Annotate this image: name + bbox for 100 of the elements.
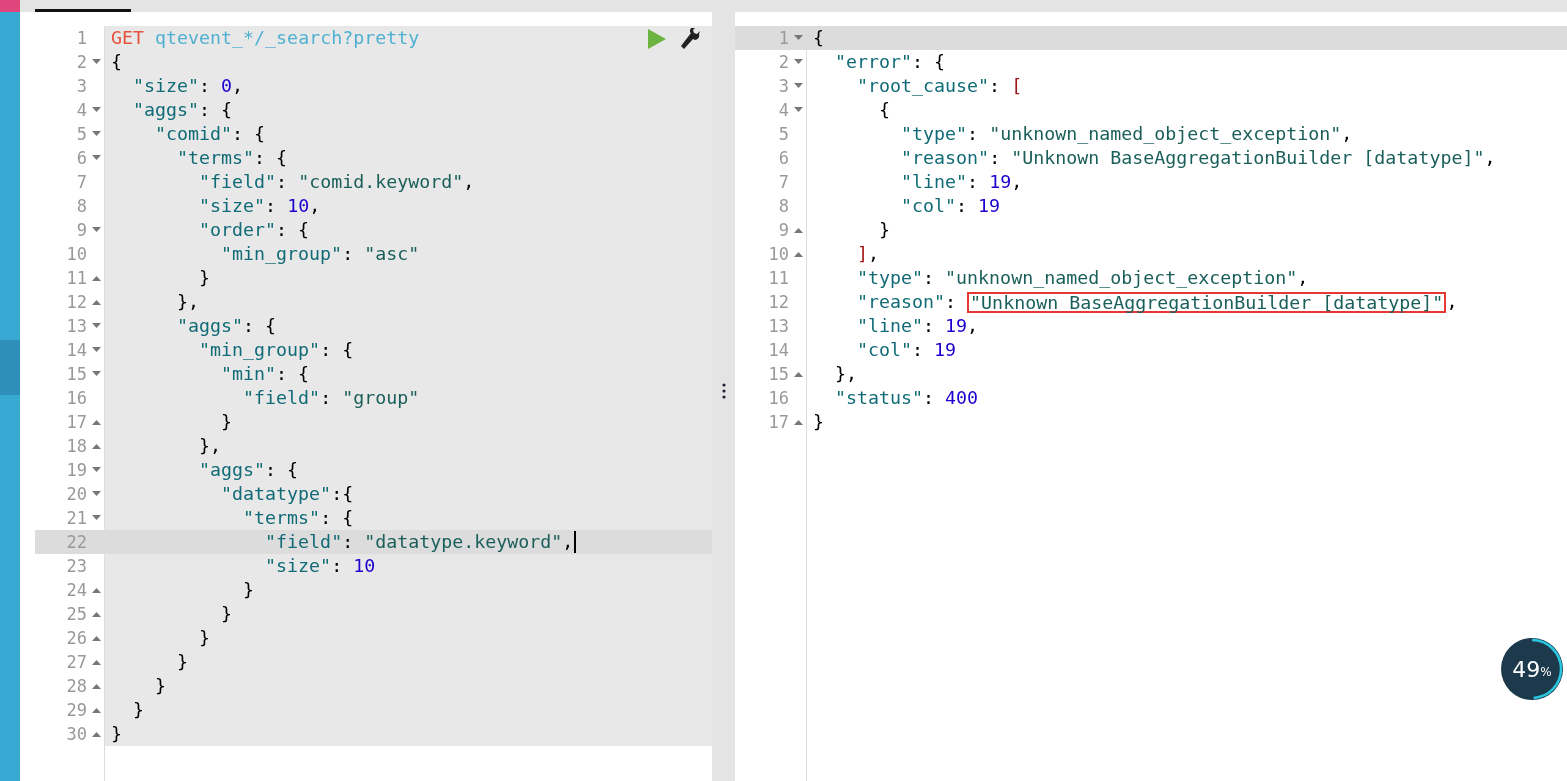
code-token: : { (320, 506, 354, 530)
line-number: 11 (768, 267, 789, 290)
code-token: : { (232, 122, 266, 146)
line-number: 25 (66, 603, 87, 626)
line-number: 11 (66, 267, 87, 290)
code-token: 0 (221, 74, 233, 98)
line-number: 27 (66, 651, 87, 674)
code-token: 19 (978, 194, 1001, 218)
line-number: 9 (778, 219, 789, 242)
code-token: , (1484, 146, 1496, 170)
fold-arrow-icon[interactable] (91, 731, 101, 737)
line-number: 24 (66, 579, 87, 602)
line-number: 9 (76, 219, 87, 242)
code-token: : { (912, 50, 946, 74)
code-token: : (320, 386, 333, 410)
code-token: } (177, 650, 189, 674)
code-token: "datatype" (221, 482, 332, 506)
line-number: 14 (768, 339, 789, 362)
fold-arrow-icon[interactable] (91, 635, 101, 641)
code-token: "field" (243, 386, 321, 410)
line-number: 10 (768, 243, 789, 266)
fold-arrow-icon[interactable] (91, 707, 101, 713)
progress-badge[interactable]: 49% (1501, 638, 1563, 700)
fold-arrow-icon[interactable] (91, 227, 101, 233)
fold-arrow-icon[interactable] (91, 659, 101, 665)
line-number: 29 (66, 699, 87, 722)
code-token: , (1297, 266, 1309, 290)
fold-arrow-icon[interactable] (793, 107, 803, 113)
fold-arrow-icon[interactable] (91, 443, 101, 449)
fold-arrow-icon[interactable] (91, 587, 101, 593)
fold-arrow-icon[interactable] (91, 371, 101, 377)
code-token: 10 (287, 194, 310, 218)
code-token: : (956, 194, 969, 218)
fold-arrow-icon[interactable] (793, 227, 803, 233)
code-token: : (967, 122, 980, 146)
code-token: "size" (133, 74, 200, 98)
line-number: 12 (768, 291, 789, 314)
code-token: : (989, 146, 1002, 170)
line-number: 18 (66, 435, 87, 458)
code-token: : (342, 530, 355, 554)
code-token: : (923, 314, 936, 338)
fold-arrow-icon[interactable] (91, 155, 101, 161)
fold-arrow-icon[interactable] (91, 491, 101, 497)
code-token: : (265, 194, 278, 218)
fold-arrow-icon[interactable] (91, 347, 101, 353)
fold-arrow-icon[interactable] (91, 515, 101, 521)
code-token: : (331, 554, 344, 578)
code-token: , (232, 74, 244, 98)
code-token: : { (243, 314, 277, 338)
code-token: , (1011, 170, 1023, 194)
fold-arrow-icon[interactable] (91, 275, 101, 281)
code-token: 19 (945, 314, 968, 338)
line-number: 6 (76, 147, 87, 170)
highlighted-error-reason: "Unknown BaseAggregationBuilder [datatype]" (967, 291, 1447, 313)
code-token: "terms" (243, 506, 321, 530)
code-token: "order" (199, 218, 277, 242)
fold-arrow-icon[interactable] (91, 683, 101, 689)
code-token: "asc" (364, 242, 420, 266)
code-token: 19 (934, 338, 957, 362)
fold-arrow-icon[interactable] (793, 251, 803, 257)
progress-value: 49 (1512, 655, 1541, 684)
drag-handle-icon[interactable] (721, 381, 726, 400)
wrench-icon[interactable] (680, 28, 702, 50)
code-token: "min_group" (199, 338, 321, 362)
code-token: "col" (901, 194, 957, 218)
fold-arrow-icon[interactable] (793, 35, 803, 41)
fold-arrow-icon[interactable] (91, 131, 101, 137)
fold-arrow-icon[interactable] (91, 467, 101, 473)
line-number: 2 (778, 51, 789, 74)
line-number: 16 (66, 387, 87, 410)
line-number: 22 (66, 531, 87, 554)
line-number: 20 (66, 483, 87, 506)
percent-unit: % (1540, 664, 1552, 681)
fold-arrow-icon[interactable] (91, 299, 101, 305)
fold-arrow-icon[interactable] (793, 83, 803, 89)
fold-arrow-icon[interactable] (91, 611, 101, 617)
resize-handle[interactable] (712, 0, 735, 781)
code-token: { (813, 26, 824, 50)
line-number: 15 (768, 363, 789, 386)
fold-arrow-icon[interactable] (91, 59, 101, 65)
code-token: { (111, 50, 122, 74)
code-token: 10 (353, 554, 376, 578)
code-token: } (221, 410, 233, 434)
fold-arrow-icon[interactable] (793, 419, 803, 425)
fold-arrow-icon[interactable] (793, 371, 803, 377)
code-token: "comid.keyword" (298, 170, 464, 194)
line-number: 6 (778, 147, 789, 170)
fold-arrow-icon[interactable] (91, 107, 101, 113)
line-number: 10 (66, 243, 87, 266)
code-token: "aggs" (177, 314, 244, 338)
code-token: , (1341, 122, 1353, 146)
code-token: "size" (265, 554, 332, 578)
fold-arrow-icon[interactable] (91, 323, 101, 329)
fold-arrow-icon[interactable] (91, 419, 101, 425)
line-number: 2 (76, 51, 87, 74)
code-token: qtevent_*/_search?pretty (155, 26, 420, 50)
line-number: 13 (768, 315, 789, 338)
line-number: 3 (778, 75, 789, 98)
code-token: "type" (857, 266, 924, 290)
fold-arrow-icon[interactable] (793, 59, 803, 65)
